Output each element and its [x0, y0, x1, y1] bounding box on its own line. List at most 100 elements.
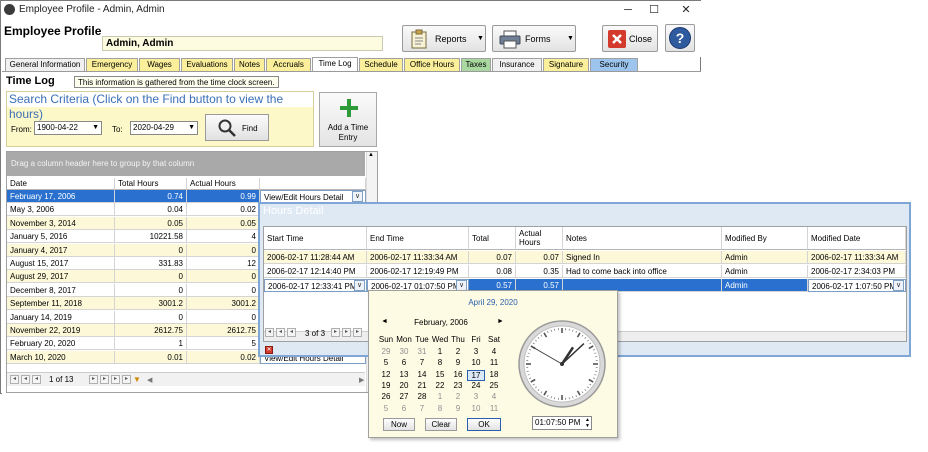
column-header[interactable]: End Time — [367, 227, 469, 250]
calendar-day[interactable]: 6 — [395, 404, 413, 413]
calendar-day[interactable]: 30 — [395, 347, 413, 356]
ok-button[interactable]: OK — [467, 418, 501, 431]
delete-icon[interactable]: ✕ — [265, 346, 273, 354]
tab-wages[interactable]: Wages — [139, 58, 180, 71]
pager-nav-button[interactable]: ▸ — [122, 375, 131, 384]
forms-button[interactable]: Forms ▼ — [492, 25, 576, 52]
column-header[interactable]: Total Hours — [115, 178, 187, 190]
pager-nav-button[interactable]: ▸ — [111, 375, 120, 384]
pager-nav-button[interactable]: ▸ — [89, 375, 98, 384]
calendar-day[interactable]: 10 — [467, 358, 485, 367]
calendar-day[interactable]: 3 — [467, 347, 485, 356]
add-time-entry-button[interactable]: Add a Time Entry — [319, 92, 377, 147]
pager-nav-button[interactable]: ◂ — [265, 328, 274, 337]
calendar-day[interactable]: 3 — [467, 392, 485, 401]
scroll-left-icon[interactable]: ◀ — [147, 376, 152, 384]
calendar-day[interactable]: 24 — [467, 381, 485, 390]
calendar-day[interactable]: 6 — [395, 358, 413, 367]
tab-time-log[interactable]: Time Log — [312, 57, 358, 71]
calendar-day[interactable]: 2 — [449, 347, 467, 356]
calendar-day[interactable]: 15 — [431, 370, 449, 379]
column-header[interactable]: Actual Hours — [187, 178, 260, 190]
employee-name-field[interactable]: Admin, Admin — [102, 36, 383, 51]
calendar-day[interactable]: 7 — [413, 404, 431, 413]
tab-insurance[interactable]: Insurance — [492, 58, 542, 71]
find-button[interactable]: Find — [205, 114, 269, 141]
pager-nav-button[interactable]: ▸ — [342, 328, 351, 337]
calendar-day[interactable]: 17 — [467, 369, 485, 381]
chevron-down-icon[interactable]: ▼ — [188, 122, 195, 134]
calendar-day[interactable]: 5 — [377, 358, 395, 367]
tab-office-hours[interactable]: Office Hours — [404, 58, 460, 71]
clear-button[interactable]: Clear — [425, 418, 457, 431]
calendar-day[interactable]: 7 — [413, 358, 431, 367]
chevron-down-icon[interactable]: ∨ — [893, 280, 904, 291]
calendar-day[interactable]: 20 — [395, 381, 413, 390]
pager-nav-button[interactable]: ▸ — [100, 375, 109, 384]
reports-button[interactable]: Reports ▼ — [402, 25, 486, 52]
calendar-day[interactable]: 5 — [377, 404, 395, 413]
tab-emergency[interactable]: Emergency — [86, 58, 138, 71]
calendar-day[interactable]: 4 — [485, 392, 503, 401]
tab-security[interactable]: Security — [590, 58, 638, 71]
calendar-day[interactable]: 2 — [449, 392, 467, 401]
calendar-day[interactable]: 4 — [485, 347, 503, 356]
column-header[interactable]: Total Hours — [469, 227, 516, 266]
column-header[interactable]: Modified By — [722, 227, 808, 250]
time-field[interactable]: 01:07:50 PM ▲ ▼ — [532, 416, 592, 430]
table-cell[interactable]: 2006-02-17 12:33:41 PM — [264, 279, 367, 292]
calendar-day[interactable]: 26 — [377, 392, 395, 401]
calendar-day[interactable]: 10 — [467, 404, 485, 413]
column-header[interactable]: Modified Date — [808, 227, 906, 250]
close-button[interactable]: Close — [602, 25, 658, 52]
pager-nav-button[interactable]: ▸ — [353, 328, 362, 337]
calendar-day[interactable]: 9 — [449, 404, 467, 413]
table-cell[interactable]: 2006-02-17 1:07:50 PM — [808, 279, 906, 292]
column-header[interactable] — [260, 178, 366, 190]
column-header[interactable]: Actual Hours — [516, 227, 563, 250]
calendar-day[interactable]: 21 — [413, 381, 431, 390]
calendar-day[interactable]: 13 — [395, 370, 413, 379]
tab-accruals[interactable]: Accruals — [266, 58, 311, 71]
window-close-button[interactable]: ✕ — [673, 2, 699, 18]
calendar-day[interactable]: 28 — [413, 392, 431, 401]
calendar-day[interactable]: 9 — [449, 358, 467, 367]
calendar-day[interactable]: 14 — [413, 370, 431, 379]
column-header[interactable]: Date — [7, 178, 115, 190]
tab-evaluations[interactable]: Evaluations — [181, 58, 233, 71]
calendar-day[interactable]: 8 — [431, 358, 449, 367]
calendar-day[interactable]: 31 — [413, 347, 431, 356]
calendar-day[interactable]: 1 — [431, 347, 449, 356]
pager-nav-button[interactable]: ◂ — [21, 375, 30, 384]
calendar-day[interactable]: 11 — [485, 404, 503, 413]
next-month-icon[interactable]: ► — [497, 318, 504, 325]
calendar-day[interactable]: 16 — [449, 370, 467, 379]
calendar-day[interactable]: 12 — [377, 370, 395, 379]
pager-nav-button[interactable]: ◂ — [32, 375, 41, 384]
calendar-day[interactable]: 23 — [449, 381, 467, 390]
calendar-day[interactable]: 22 — [431, 381, 449, 390]
pager-nav-button[interactable]: ◂ — [287, 328, 296, 337]
tab-schedule[interactable]: Schedule — [359, 58, 403, 71]
tab-general-information[interactable]: General Information — [5, 58, 85, 71]
calendar-day[interactable]: 29 — [377, 347, 395, 356]
group-by-panel[interactable]: Drag a column header here to group by th… — [7, 152, 365, 176]
calendar-day[interactable]: 27 — [395, 392, 413, 401]
column-header[interactable]: Start Time — [264, 227, 367, 250]
now-button[interactable]: Now — [383, 418, 415, 431]
chevron-down-icon[interactable]: ∨ — [354, 280, 365, 291]
pager-nav-button[interactable]: ▸ — [331, 328, 340, 337]
from-date-field[interactable]: 1900-04-22 ▼ — [34, 121, 102, 135]
tab-taxes[interactable]: Taxes — [461, 58, 491, 71]
calendar-day[interactable]: 19 — [377, 381, 395, 390]
tab-notes[interactable]: Notes — [234, 58, 265, 71]
calendar-day[interactable]: 1 — [431, 392, 449, 401]
chevron-down-icon[interactable]: ▼ — [92, 122, 99, 134]
spin-icon[interactable]: ▲ ▼ — [585, 417, 590, 429]
tab-signature[interactable]: Signature — [543, 58, 589, 71]
pager-nav-button[interactable]: ◂ — [10, 375, 19, 384]
chevron-down-icon[interactable]: ∨ — [352, 191, 363, 202]
calendar-day[interactable]: 8 — [431, 404, 449, 413]
scroll-up-icon[interactable]: ▲ — [368, 152, 374, 158]
maximize-button[interactable]: ☐ — [641, 2, 667, 18]
